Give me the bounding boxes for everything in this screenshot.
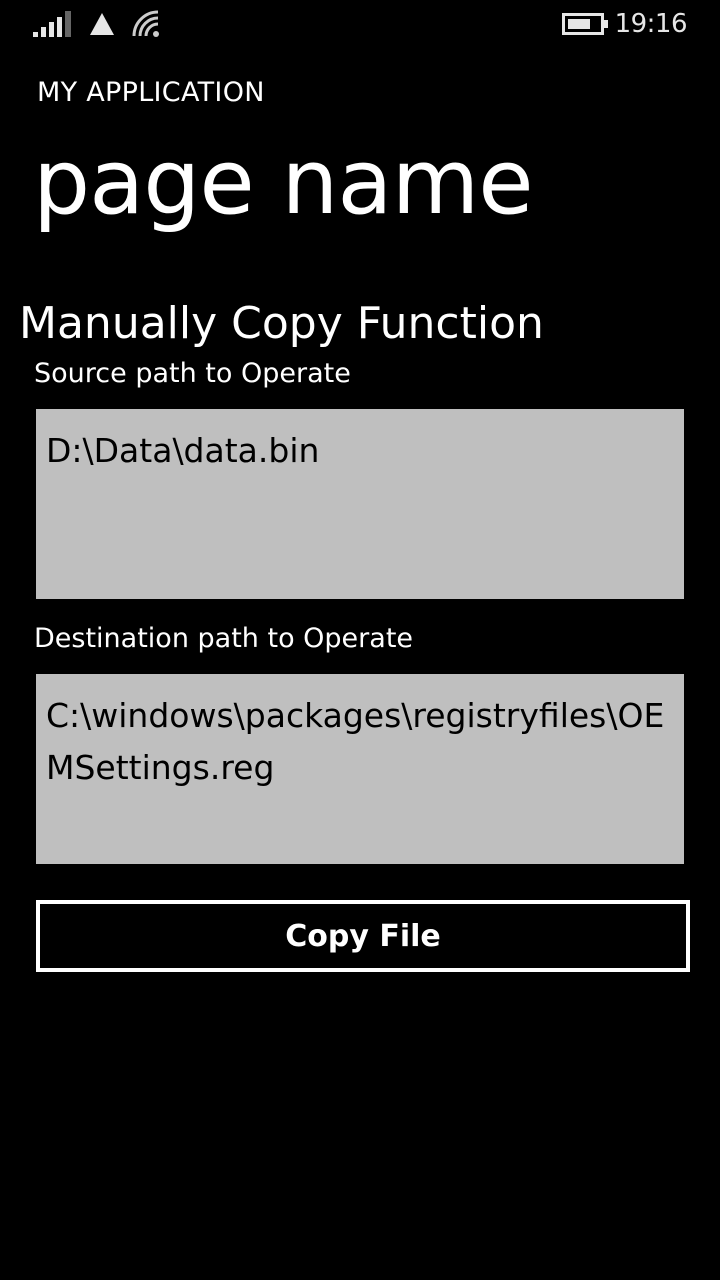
destination-path-label: Destination path to Operate bbox=[34, 623, 414, 654]
wifi-icon bbox=[132, 10, 159, 37]
page-title: page name bbox=[33, 130, 534, 235]
status-clock: 19:16 bbox=[614, 9, 688, 39]
signal-strength-icon bbox=[33, 11, 71, 37]
battery-icon bbox=[562, 13, 608, 35]
section-title: Manually Copy Function bbox=[19, 298, 544, 349]
copy-file-button[interactable]: Copy File bbox=[36, 900, 690, 972]
status-bar: 19:16 bbox=[0, 0, 720, 50]
network-warning-icon bbox=[90, 13, 114, 35]
source-path-input[interactable]: D:\Data\data.bin bbox=[36, 409, 684, 599]
app-title: MY APPLICATION bbox=[37, 77, 265, 108]
source-path-label: Source path to Operate bbox=[34, 358, 351, 389]
destination-path-input[interactable]: C:\windows\packages\registryfiles\OEMSet… bbox=[36, 674, 684, 864]
